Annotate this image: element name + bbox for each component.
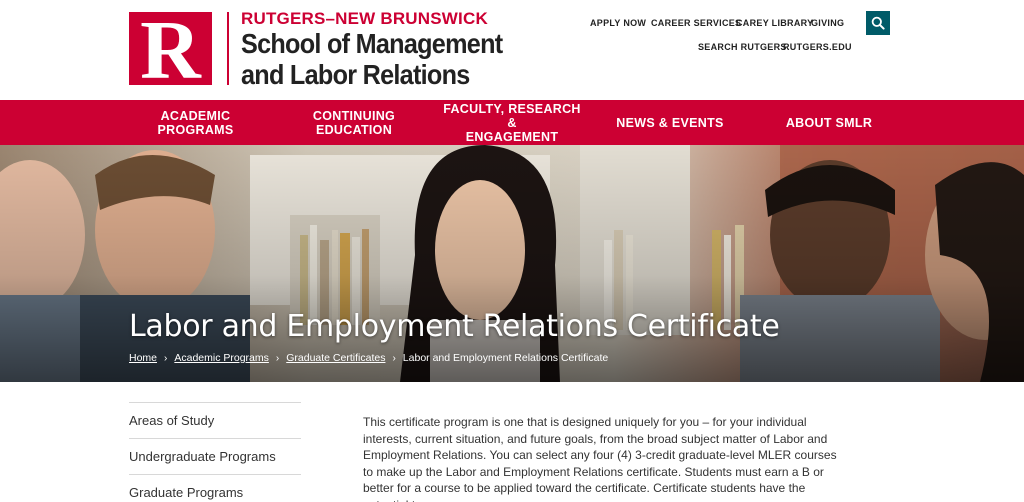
section-sidebar: Areas of Study Undergraduate Programs Gr…	[129, 402, 301, 502]
logo-university-name[interactable]: RUTGERS–NEW BRUNSWICK	[241, 9, 488, 29]
breadcrumb-graduate-certificates[interactable]: Graduate Certificates	[286, 352, 385, 364]
nav-faculty-research[interactable]: FACULTY, RESEARCH & ENGAGEMENT	[438, 100, 586, 145]
nav-label: CONTINUING	[312, 108, 396, 123]
sidebar-item-graduate-programs[interactable]: Graduate Programs	[129, 474, 301, 502]
nav-label: NEWS & EVENTS	[616, 115, 724, 130]
nav-label: ENGAGEMENT	[465, 129, 559, 144]
nav-label: EDUCATION	[315, 122, 393, 137]
main-nav: ACADEMIC PROGRAMS CONTINUING EDUCATION F…	[0, 100, 1024, 145]
breadcrumb-academic-programs[interactable]: Academic Programs	[174, 352, 269, 364]
logo-letter: R	[140, 3, 201, 97]
nav-news-events[interactable]: NEWS & EVENTS	[612, 100, 728, 145]
hero-banner: Labor and Employment Relations Certifica…	[0, 145, 1024, 382]
intro-paragraph: This certificate program is one that is …	[363, 415, 837, 502]
hero-photo	[0, 145, 1024, 382]
logo-school-line2[interactable]: and Labor Relations	[241, 61, 470, 89]
nav-academic-programs[interactable]: ACADEMIC PROGRAMS	[148, 100, 243, 145]
chevron-right-icon: ›	[275, 352, 280, 364]
breadcrumb-home[interactable]: Home	[129, 352, 157, 364]
sidebar-item-undergraduate-programs[interactable]: Undergraduate Programs	[129, 438, 301, 474]
carey-library-link[interactable]: CAREY LIBRARY	[736, 18, 813, 28]
chevron-right-icon: ›	[164, 352, 168, 364]
search-icon	[871, 16, 885, 30]
site-header: R RUTGERS–NEW BRUNSWICK School of Manage…	[0, 0, 1024, 100]
career-services-link[interactable]: CAREER SERVICES	[651, 18, 741, 28]
nav-continuing-education[interactable]: CONTINUING EDUCATION	[303, 100, 405, 145]
page-title: Labor and Employment Relations Certifica…	[129, 309, 780, 344]
rutgers-r-logo[interactable]: R	[129, 8, 212, 92]
search-button[interactable]	[866, 11, 890, 35]
sidebar-item-areas-of-study[interactable]: Areas of Study	[129, 402, 301, 438]
breadcrumb: Home › Academic Programs › Graduate Cert…	[129, 352, 608, 364]
logo-school-line1[interactable]: School of Management	[241, 30, 503, 58]
rutgers-edu-link[interactable]: RUTGERS.EDU	[783, 42, 852, 52]
nav-about-smlr[interactable]: ABOUT SMLR	[778, 100, 880, 145]
logo-divider	[227, 12, 229, 85]
nav-label: FACULTY, RESEARCH &	[443, 101, 581, 130]
nav-label: ACADEMIC	[160, 108, 231, 123]
nav-label: ABOUT SMLR	[785, 115, 873, 130]
breadcrumb-current: Labor and Employment Relations Certifica…	[402, 352, 609, 364]
chevron-right-icon: ›	[392, 352, 396, 364]
search-rutgers-link[interactable]: SEARCH RUTGERS	[698, 42, 787, 52]
apply-now-link[interactable]: APPLY NOW	[590, 18, 646, 28]
nav-label: PROGRAMS	[157, 122, 234, 137]
giving-link[interactable]: GIVING	[811, 18, 844, 28]
